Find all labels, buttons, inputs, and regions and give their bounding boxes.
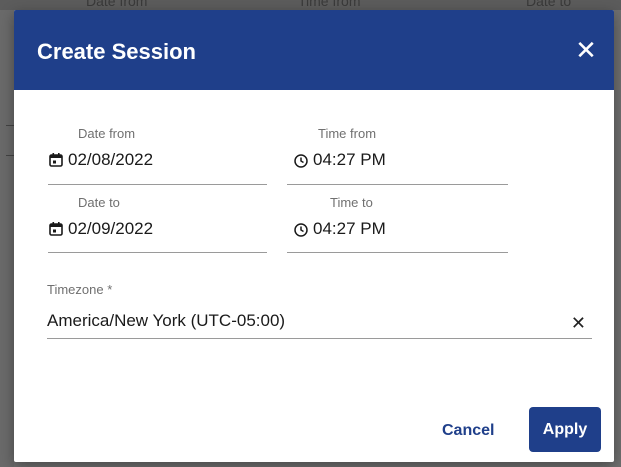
close-icon: ✕ bbox=[570, 313, 586, 333]
backdrop-label: Date from bbox=[86, 0, 148, 9]
time-to-field[interactable]: Time to 04:27 PM bbox=[287, 195, 508, 253]
time-from-value-row: 04:27 PM bbox=[293, 150, 386, 170]
calendar-icon bbox=[48, 152, 64, 168]
backdrop-divider bbox=[6, 155, 14, 156]
timezone-clear-button[interactable]: ✕ bbox=[571, 313, 586, 334]
dialog-title: Create Session bbox=[37, 39, 196, 64]
date-to-value-row: 02/09/2022 bbox=[48, 219, 153, 239]
apply-button[interactable]: Apply bbox=[529, 407, 601, 452]
date-from-input[interactable]: 02/08/2022 bbox=[68, 150, 153, 170]
backdrop-label: Time from bbox=[298, 0, 361, 9]
date-to-label: Date to bbox=[78, 195, 120, 210]
cancel-button[interactable]: Cancel bbox=[442, 422, 494, 440]
clock-icon bbox=[293, 221, 309, 237]
backdrop-header-row: Date from Time from Date to bbox=[0, 0, 621, 10]
time-to-label: Time to bbox=[330, 195, 373, 210]
close-button[interactable]: ✕ bbox=[572, 36, 600, 64]
time-from-input[interactable]: 04:27 PM bbox=[313, 150, 386, 170]
date-from-field[interactable]: Date from 02/08/2022 bbox=[48, 126, 267, 185]
timezone-select[interactable]: America/New York (UTC-05:00) bbox=[47, 311, 285, 331]
date-from-label: Date from bbox=[78, 126, 136, 141]
time-to-value-row: 04:27 PM bbox=[293, 219, 386, 239]
time-to-input[interactable]: 04:27 PM bbox=[313, 219, 386, 239]
date-to-field[interactable]: Date to 02/09/2022 bbox=[48, 195, 267, 253]
time-from-field[interactable]: Time from 04:27 PM bbox=[287, 126, 508, 185]
time-from-label: Time from bbox=[318, 126, 377, 141]
backdrop-divider bbox=[6, 125, 14, 126]
timezone-label: Timezone * bbox=[47, 282, 113, 297]
apply-label: Apply bbox=[542, 420, 588, 438]
calendar-icon bbox=[48, 221, 64, 237]
backdrop-side-panel bbox=[0, 10, 14, 467]
create-session-dialog: Create Session ✕ Date from 02/08/2022 Ti… bbox=[14, 10, 614, 462]
date-to-input[interactable]: 02/09/2022 bbox=[68, 219, 153, 239]
dialog-header: Create Session ✕ bbox=[14, 10, 614, 90]
clock-icon bbox=[293, 152, 309, 168]
timezone-field[interactable]: Timezone * America/New York (UTC-05:00) … bbox=[47, 282, 592, 339]
date-from-value-row: 02/08/2022 bbox=[48, 150, 153, 170]
close-icon: ✕ bbox=[575, 35, 597, 65]
backdrop-label: Date to bbox=[526, 0, 572, 9]
